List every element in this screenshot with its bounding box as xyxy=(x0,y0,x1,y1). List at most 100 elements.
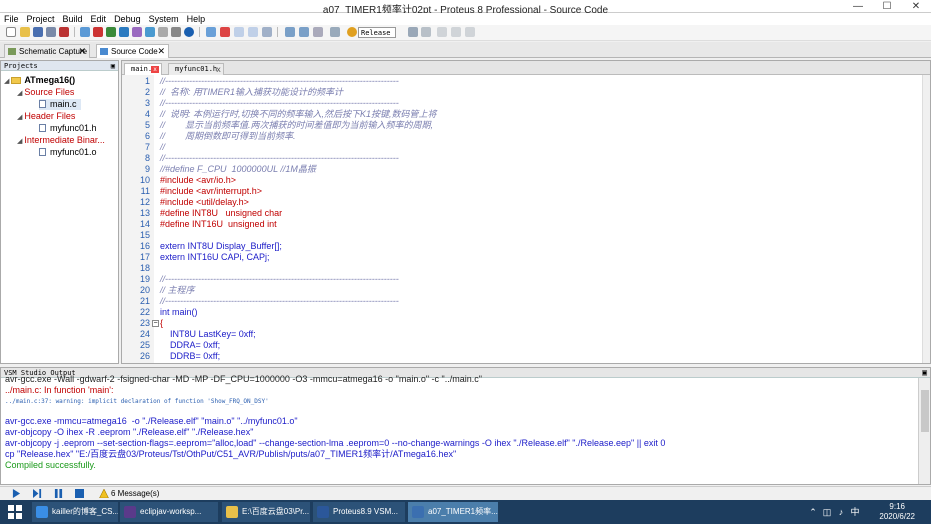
stop-icon[interactable] xyxy=(75,489,84,498)
code-line[interactable]: 24 INT8U LastKey= 0xff; xyxy=(122,329,930,340)
play-icon[interactable] xyxy=(12,489,21,498)
system-clock[interactable]: 9:16 2020/6/22 xyxy=(879,502,915,522)
tree-file-myfunc01-h[interactable]: myfunc01.h xyxy=(39,123,97,134)
network-icon[interactable]: ◫ xyxy=(822,507,832,517)
replace-icon[interactable] xyxy=(451,27,461,37)
menu-debug[interactable]: Debug xyxy=(110,13,145,25)
code-line[interactable]: 23−{ xyxy=(122,318,930,329)
gerber-icon[interactable] xyxy=(119,27,129,37)
save-all-icon[interactable] xyxy=(46,27,56,37)
code-line[interactable]: 6 // 周期倒数即可得到当前频率. xyxy=(122,131,930,142)
undo-icon[interactable] xyxy=(408,27,418,37)
delete-icon[interactable] xyxy=(220,27,230,37)
build-icon[interactable] xyxy=(285,27,295,37)
find-icon[interactable] xyxy=(437,27,447,37)
copy-icon[interactable] xyxy=(234,27,244,37)
close-editor-tab-icon[interactable]: x xyxy=(216,64,221,75)
code-line[interactable]: 18 xyxy=(122,263,930,274)
close-tab-icon[interactable]: ✕ xyxy=(78,45,86,58)
menu-file[interactable]: File xyxy=(0,13,23,25)
code-line[interactable]: 14 #define INT16U unsigned int xyxy=(122,219,930,230)
tree-header-files[interactable]: ◢ Header Files xyxy=(17,111,75,123)
pcb-icon[interactable] xyxy=(106,27,116,37)
pin-panel-icon[interactable]: ▣ xyxy=(922,368,927,378)
design-explorer-icon[interactable] xyxy=(158,27,168,37)
code-line[interactable]: 10 #include <avr/io.h> xyxy=(122,175,930,186)
code-line[interactable]: 21 //------------------------------------… xyxy=(122,296,930,307)
menu-system[interactable]: System xyxy=(145,13,183,25)
volume-icon[interactable]: ♪ xyxy=(836,507,846,517)
open-folder-icon[interactable] xyxy=(20,27,30,37)
tree-file-myfunc01-o[interactable]: myfunc01.o xyxy=(39,147,97,158)
menu-edit[interactable]: Edit xyxy=(87,13,111,25)
code-line[interactable]: 3 //-------------------------------------… xyxy=(122,98,930,109)
taskbar-item[interactable]: Proteus8.9 VSM... xyxy=(313,502,405,522)
maximize-button[interactable]: ☐ xyxy=(872,0,902,13)
step-icon[interactable] xyxy=(33,489,42,498)
code-line[interactable]: 11 #include <avr/interrupt.h> xyxy=(122,186,930,197)
editor-tab-myfunc01-h[interactable]: myfunc01.h x xyxy=(168,63,224,75)
project-settings-icon[interactable] xyxy=(330,27,340,37)
tree-source-files[interactable]: ◢ Source Files xyxy=(17,87,74,99)
code-line[interactable]: 9 //#define F_CPU 1000000UL //1M晶振 xyxy=(122,164,930,175)
code-line[interactable]: 17 extern INT16U CAPi, CAPj; xyxy=(122,252,930,263)
scrollbar-thumb[interactable] xyxy=(921,390,929,432)
taskbar-item[interactable]: a07_TIMER1频率... xyxy=(408,502,498,522)
code-line[interactable]: 20 // 主程序 xyxy=(122,285,930,296)
editor-tab-main-c[interactable]: main.c x xyxy=(124,63,162,75)
redo-icon[interactable] xyxy=(421,27,431,37)
code-line[interactable]: 4 // 说明: 本例运行时,切换不同的频率输入,然后按下K1按键,数码管上将 xyxy=(122,109,930,120)
code-line[interactable]: 15 xyxy=(122,230,930,241)
home-icon[interactable] xyxy=(80,27,90,37)
taskbar-item[interactable]: eclipjav-worksp... xyxy=(120,502,218,522)
code-line[interactable]: 19 //------------------------------------… xyxy=(122,274,930,285)
code-line[interactable]: 26 DDRB= 0xff; xyxy=(122,351,930,362)
notes-icon[interactable] xyxy=(171,27,181,37)
close-project-icon[interactable] xyxy=(59,27,69,37)
code-line[interactable]: 5 // 显示当前频率值.两次捕获的时间差值即为当前输入频率的周期, xyxy=(122,120,930,131)
paste-icon[interactable] xyxy=(248,27,258,37)
tab-source-code[interactable]: Source Code ✕ xyxy=(96,44,169,58)
goto-icon[interactable] xyxy=(465,27,475,37)
save-icon[interactable] xyxy=(33,27,43,37)
rebuild-icon[interactable] xyxy=(299,27,309,37)
build-config-select[interactable]: Release xyxy=(358,27,396,38)
tree-root[interactable]: ◢ ATmega16() xyxy=(4,75,75,87)
pause-icon[interactable] xyxy=(54,489,63,498)
menu-project[interactable]: Project xyxy=(23,13,59,25)
code-line[interactable]: 12 #include <util/delay.h> xyxy=(122,197,930,208)
close-window-button[interactable]: ✕ xyxy=(901,0,931,13)
code-line[interactable]: 22 int main() xyxy=(122,307,930,318)
source-code-icon[interactable] xyxy=(145,27,155,37)
menu-build[interactable]: Build xyxy=(59,13,87,25)
cut-icon[interactable] xyxy=(262,27,272,37)
close-tab-icon[interactable]: ✕ xyxy=(157,45,165,58)
taskbar-item[interactable]: E:\百度云盘03\Pr... xyxy=(222,502,310,522)
ime-icon[interactable]: 中 xyxy=(850,507,860,517)
code-line[interactable]: 2 // 名称: 用TIMER1输入捕获功能设计的频率计 xyxy=(122,87,930,98)
schematic-icon[interactable] xyxy=(93,27,103,37)
tray-up-icon[interactable]: ⌃ xyxy=(808,507,818,517)
fold-toggle-icon[interactable]: − xyxy=(152,320,159,327)
taskbar-item[interactable]: kailler的博客_CS... xyxy=(32,502,118,522)
clean-icon[interactable] xyxy=(313,27,323,37)
tree-intermediate-files[interactable]: ◢ Intermediate Binar... xyxy=(17,135,105,147)
code-line[interactable]: 25 DDRA= 0xff; xyxy=(122,340,930,351)
new-file-icon[interactable] xyxy=(6,27,16,37)
editor-vertical-scrollbar[interactable] xyxy=(922,75,930,363)
tab-schematic-capture[interactable]: Schematic Capture ✕ xyxy=(4,44,90,58)
close-editor-tab-icon[interactable]: x xyxy=(151,66,159,73)
code-line[interactable]: 7 // xyxy=(122,142,930,153)
bom-icon[interactable] xyxy=(132,27,142,37)
code-line[interactable]: 1 //-------------------------------------… xyxy=(122,76,930,87)
pin-panel-icon[interactable]: ▣ xyxy=(111,61,115,71)
minimize-button[interactable]: — xyxy=(843,0,873,13)
windows-start-icon[interactable] xyxy=(8,505,22,519)
messages-count[interactable]: 6 Message(s) xyxy=(111,489,159,499)
code-line[interactable]: 16 extern INT8U Display_Buffer[]; xyxy=(122,241,930,252)
help-icon[interactable] xyxy=(184,27,194,37)
code-line[interactable]: 13 #define INT8U unsigned char xyxy=(122,208,930,219)
output-vertical-scrollbar[interactable] xyxy=(918,378,930,484)
refresh-icon[interactable] xyxy=(206,27,216,37)
menu-help[interactable]: Help xyxy=(183,13,210,25)
